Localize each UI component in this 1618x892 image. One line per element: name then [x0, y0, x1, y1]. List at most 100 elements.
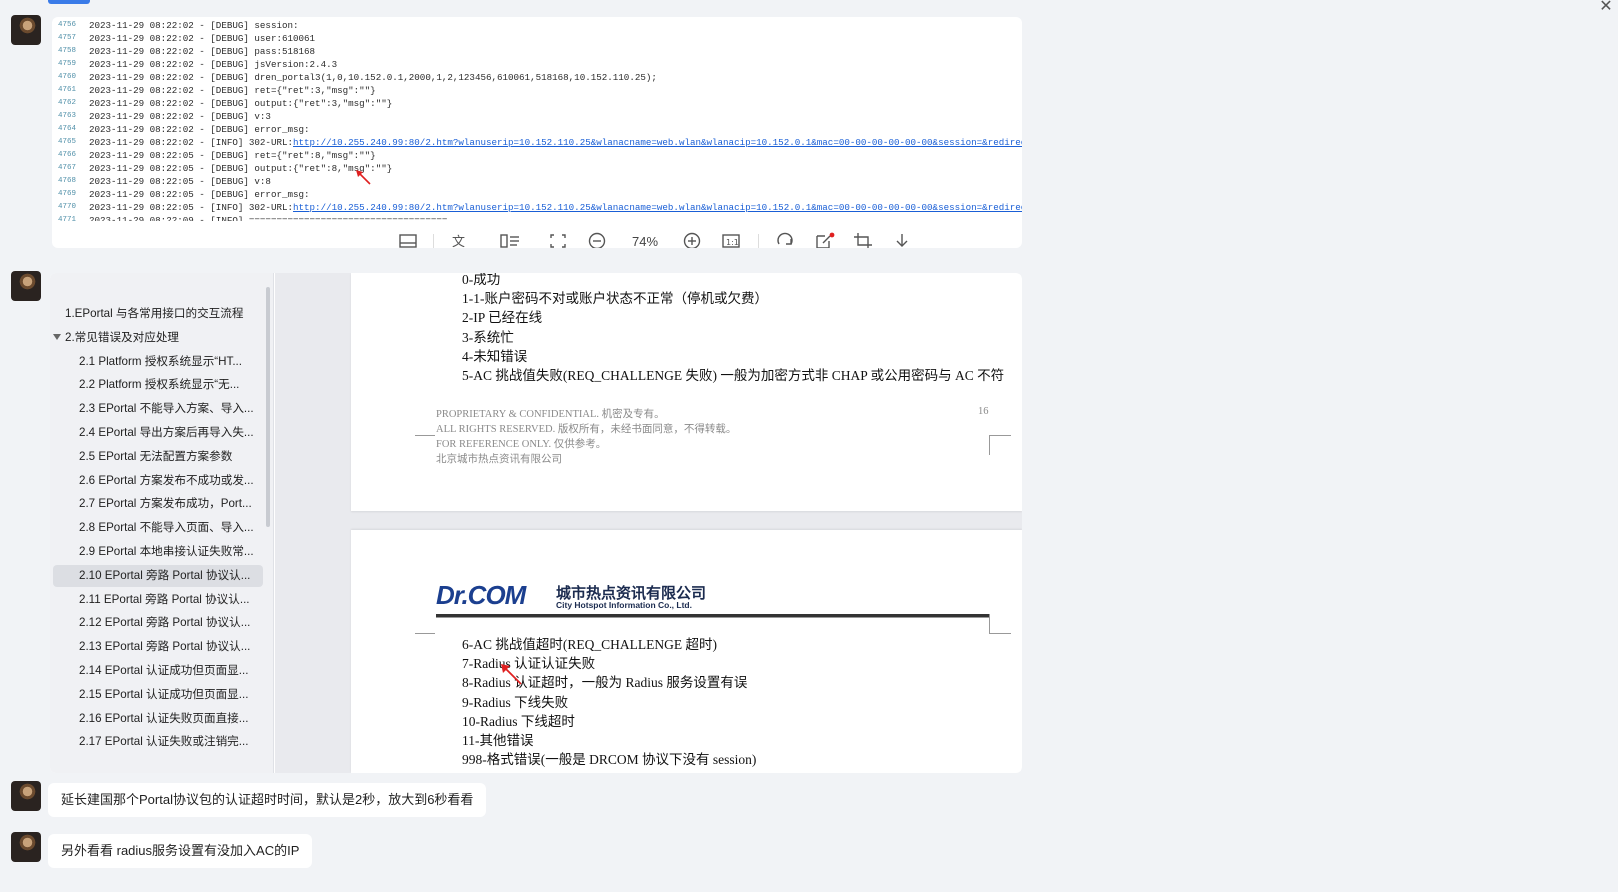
avatar[interactable]: [11, 271, 41, 301]
fit-width-icon[interactable]: 1:1: [721, 231, 741, 248]
log-line: 4757 2023-11-29 08:22:02 - [DEBUG] user:6…: [52, 32, 1022, 45]
toc-item[interactable]: 1.EPortal 与各常用接口的交互流程: [53, 303, 263, 325]
pdf-screenshot-message[interactable]: 1.EPortal 与各常用接口的交互流程 2.常见错误及对应处理 2.1 Plat…: [50, 273, 1022, 773]
toc-item[interactable]: 2.2 Platform 授权系统显示“无...: [53, 374, 263, 396]
log-line: 4763 2023-11-29 08:22:02 - [DEBUG] v:3: [52, 110, 1022, 123]
log-text: 2023-11-29 08:22:02 - [DEBUG] session:: [89, 20, 299, 31]
close-icon[interactable]: ✕: [1598, 0, 1614, 16]
toc-item-label: 2.15 EPortal 认证成功但页面显...: [79, 687, 249, 701]
log-text: 2023-11-29 08:22:05 - [DEBUG] ret={"ret"…: [89, 150, 376, 161]
log-url-link[interactable]: http://10.255.240.99:80/2.htm?wlanuserip…: [293, 137, 1022, 148]
toc-item-label: 2.8 EPortal 不能导入页面、导入...: [79, 521, 254, 535]
line-number: 4767: [58, 164, 77, 172]
toc-item[interactable]: 2.11 EPortal 旁路 Portal 协议认...: [53, 589, 263, 611]
log-line: 4769 2023-11-29 08:22:05 - [DEBUG] error_…: [52, 188, 1022, 201]
pdf-page-area: - 0-成功1-1-账户密码不对或账户状态不正常（停机或欠费）2-IP 已经在线…: [275, 273, 1022, 773]
line-number: 4761: [58, 86, 77, 94]
toc-item[interactable]: 2.14 EPortal 认证成功但页面显...: [53, 660, 263, 682]
log-text: 2023-11-29 08:22:05 - [DEBUG] v:8: [89, 176, 271, 187]
toc-item-label: 2.常见错误及对应处理: [65, 330, 180, 344]
red-arrow-annotation: [356, 170, 371, 185]
toc-item[interactable]: 2.17 EPortal 认证失败或注销完...: [53, 731, 263, 753]
line-number: 4756: [58, 21, 77, 29]
toc-item[interactable]: 2.9 EPortal 本地串接认证失败常...: [53, 541, 263, 563]
toc-item-label: 2.2 Platform 授权系统显示“无...: [79, 378, 240, 392]
toc-item[interactable]: 2.10 EPortal 旁路 Portal 协议认...: [53, 564, 263, 587]
logo-company-en: City Hotspot Information Co., Ltd.: [556, 600, 692, 610]
download-icon[interactable]: [892, 231, 912, 248]
pdf-text-line: 998-格式错误(一般是 DRCOM 协议下没有 session): [462, 752, 757, 768]
toc-item-label: 2.13 EPortal 旁路 Portal 协议认...: [79, 640, 251, 654]
toc-item[interactable]: 2.12 EPortal 旁路 Portal 协议认...: [53, 612, 263, 634]
log-text: 2023-11-29 08:22:02 - [DEBUG] error_msg:: [89, 124, 310, 135]
pdf-page-16: - 0-成功1-1-账户密码不对或账户状态不正常（停机或欠费）2-IP 已经在线…: [351, 273, 1022, 511]
rotate-icon[interactable]: [774, 231, 796, 248]
line-number: 4770: [58, 203, 77, 211]
chat-message[interactable]: 另外看看 radius服务设置有没加入AC的IP: [48, 834, 313, 868]
pdf-text-line: 9-Radius 下线失败: [462, 694, 569, 710]
avatar[interactable]: [11, 781, 41, 811]
toc-item[interactable]: 2.16 EPortal 认证失败页面直接...: [53, 708, 263, 730]
toc-scrollbar[interactable]: [266, 287, 270, 527]
pdf-text-line: 0-成功: [462, 273, 501, 287]
toc-item-label: 2.16 EPortal 认证失败页面直接...: [79, 711, 249, 725]
log-text: 2023-11-29 08:22:05 - [DEBUG] output:{"r…: [89, 163, 393, 174]
line-number: 4765: [58, 138, 77, 146]
footer-line: FOR REFERENCE ONLY. 仅供参考。: [436, 439, 607, 450]
toc-item-label: 2.7 EPortal 方案发布成功，Port...: [79, 497, 252, 511]
toc-item-label: 2.5 EPortal 无法配置方案参数: [79, 449, 233, 463]
toc-item-label: 2.12 EPortal 旁路 Portal 协议认...: [79, 616, 251, 630]
image-viewer-toolbar: 文 74% 1:1: [52, 229, 1022, 248]
log-line: 4764 2023-11-29 08:22:02 - [DEBUG] error_…: [52, 123, 1022, 136]
log-text: 2023-11-29 08:22:02 - [DEBUG] jsVersion:…: [89, 59, 338, 70]
toc-item[interactable]: 2.3 EPortal 不能导入方案、导入...: [53, 398, 263, 420]
pdf-text-line: 4-未知错误: [462, 348, 528, 364]
annotate-icon[interactable]: [814, 231, 836, 248]
toc-item[interactable]: 2.13 EPortal 旁路 Portal 协议认...: [53, 636, 263, 658]
chat-message[interactable]: 延长建国那个Portal协议包的认证超时时间，默认是2秒，放大到6秒看看: [48, 783, 487, 817]
toc-item-label: 2.17 EPortal 认证失败或注销完...: [79, 735, 249, 749]
toc-item[interactable]: 2.8 EPortal 不能导入页面、导入...: [53, 517, 263, 539]
zoom-out-icon[interactable]: [587, 231, 607, 248]
crop-icon[interactable]: [852, 231, 874, 248]
pdf-text-line: 5-AC 挑战值失败(REQ_CHALLENGE 失败) 一般为加密方式非 CH…: [462, 368, 1005, 383]
avatar[interactable]: [11, 15, 41, 45]
toc-item[interactable]: 2.7 EPortal 方案发布成功，Port...: [53, 493, 263, 515]
columns-icon[interactable]: [499, 231, 521, 248]
log-url-link[interactable]: http://10.255.240.99:80/2.htm?wlanuserip…: [293, 202, 1022, 213]
log-line: 4765 2023-11-29 08:22:02 - [INFO] 302-URL…: [52, 136, 1022, 149]
log-text: 2023-11-29 08:22:02 - [DEBUG] dren_porta…: [89, 72, 657, 83]
toc-item[interactable]: 2.5 EPortal 无法配置方案参数: [53, 446, 263, 468]
log-text: 2023-11-29 08:22:02 - [DEBUG] ret={"ret"…: [89, 85, 376, 96]
footer-line: PROPRIETARY & CONFIDENTIAL. 机密及专有。: [436, 409, 665, 420]
log-line: 4760 2023-11-29 08:22:02 - [DEBUG] dren_p…: [52, 71, 1022, 84]
log-screenshot-message[interactable]: 4756 2023-11-29 08:22:02 - [DEBUG] sessio…: [52, 17, 1022, 248]
log-text: 2023-11-29 08:22:02 - [INFO] 302-URL:htt…: [89, 136, 1022, 149]
toc-item[interactable]: 2.15 EPortal 认证成功但页面显...: [53, 684, 263, 706]
pdf-page-17: Dr.COM 城市热点资讯有限公司 City Hotspot Informati…: [351, 530, 1022, 773]
log-line: 4756 2023-11-29 08:22:02 - [DEBUG] sessio…: [52, 19, 1022, 32]
toc-item[interactable]: 2.常见错误及对应处理: [53, 327, 263, 349]
log-line: 4761 2023-11-29 08:22:02 - [DEBUG] ret={"…: [52, 84, 1022, 97]
toc-item[interactable]: 2.1 Platform 授权系统显示“HT...: [53, 351, 263, 373]
log-text: 2023-11-29 08:22:02 - [DEBUG] user:61006…: [89, 33, 316, 44]
log-text: 2023-11-29 08:22:09 - [INFO] ===========…: [89, 215, 448, 221]
log-line: 4758 2023-11-29 08:22:02 - [DEBUG] pass:5…: [52, 45, 1022, 58]
translate-icon[interactable]: 文: [450, 231, 470, 248]
log-text: 2023-11-29 08:22:02 - [DEBUG] output:{"r…: [89, 98, 393, 109]
select-icon[interactable]: [548, 231, 568, 248]
pdf-text-line: 2-IP 已经在线: [462, 310, 543, 326]
pdf-text-line: 1-1-账户密码不对或账户状态不正常（停机或欠费）: [462, 291, 768, 307]
log-text: 2023-11-29 08:22:02 - [DEBUG] v:3: [89, 111, 271, 122]
log-text: 2023-11-29 08:22:05 - [DEBUG] error_msg:: [89, 189, 310, 200]
log-lines: 4756 2023-11-29 08:22:02 - [DEBUG] sessio…: [52, 17, 1022, 221]
zoom-in-icon[interactable]: [682, 231, 702, 248]
toc-item-label: 2.11 EPortal 旁路 Portal 协议认...: [79, 592, 250, 606]
toc-item[interactable]: 2.6 EPortal 方案发布不成功或发...: [53, 470, 263, 492]
avatar[interactable]: [11, 832, 41, 862]
caret-down-icon[interactable]: [53, 333, 61, 340]
log-line: 4766 2023-11-29 08:22:05 - [DEBUG] ret={"…: [52, 149, 1022, 162]
toc-item-label: 2.9 EPortal 本地串接认证失败常...: [79, 545, 254, 558]
fit-page-icon[interactable]: [398, 231, 418, 248]
toc-item[interactable]: 2.4 EPortal 导出方案后再导入失...: [53, 422, 263, 444]
